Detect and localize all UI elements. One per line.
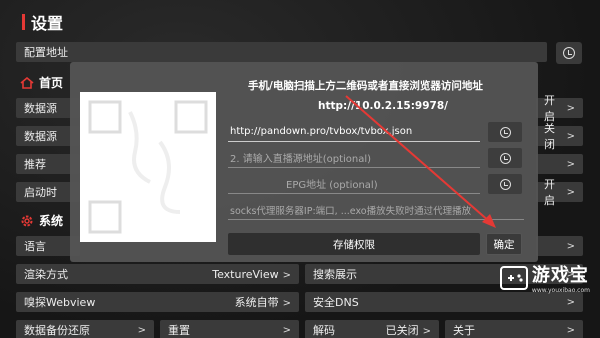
gamepad-logo-icon xyxy=(499,265,528,290)
watermark-logo: 游戏宝 www.youxibao.com xyxy=(499,261,590,294)
watermark-url: www.youxibao.com xyxy=(531,287,590,294)
watermark-name: 游戏宝 xyxy=(531,265,589,286)
